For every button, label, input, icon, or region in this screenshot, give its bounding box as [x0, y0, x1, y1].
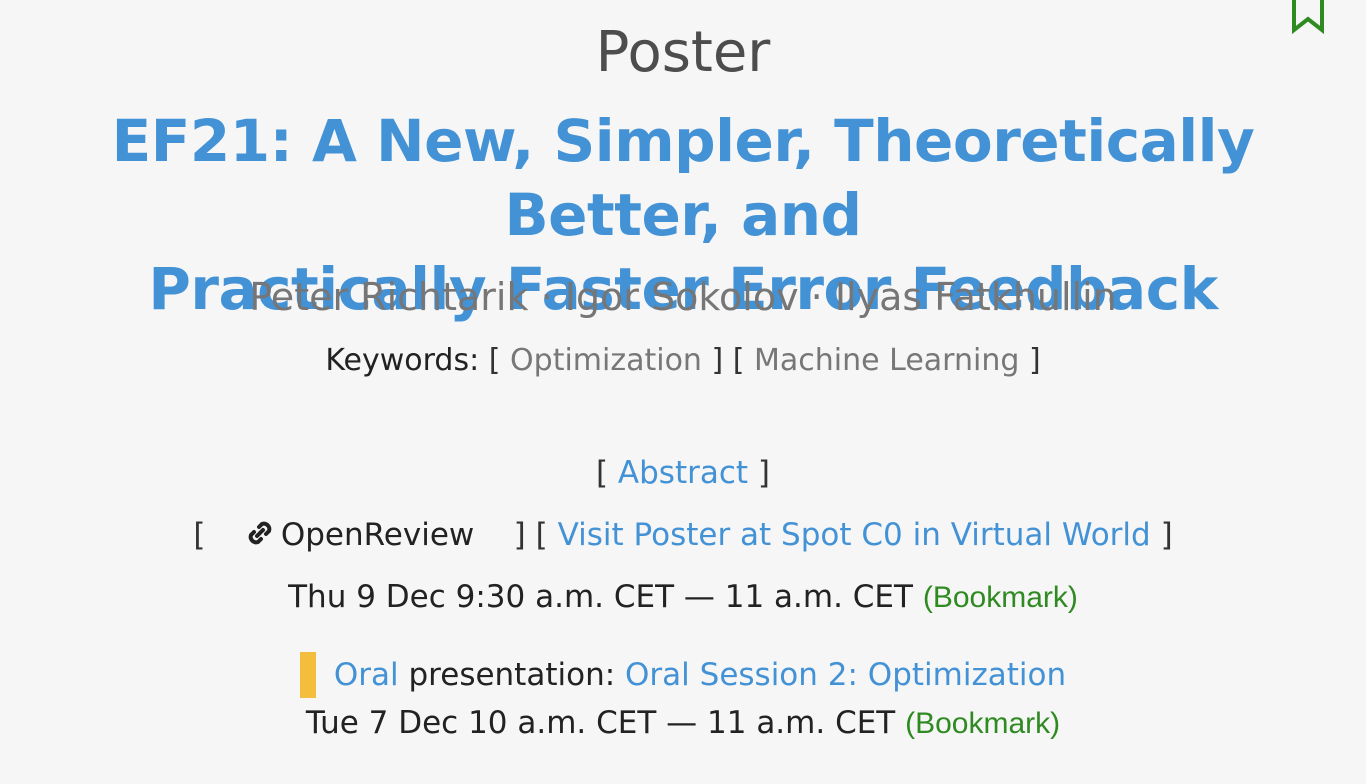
poster-bookmark-link[interactable]: (Bookmark) [923, 581, 1078, 614]
oral-session-link[interactable]: Oral Session 2: Optimization [625, 657, 1066, 693]
link-icon [248, 521, 272, 545]
open-bracket: [ [732, 343, 745, 378]
close-bracket: ] [757, 455, 771, 491]
close-bracket: ] [1160, 517, 1173, 553]
author-name[interactable]: Igor Sokolov [565, 275, 799, 319]
oral-session-block: Oral presentation: Oral Session 2: Optim… [299, 652, 1066, 698]
author-separator: · [528, 275, 565, 319]
open-bracket: [ [193, 517, 206, 553]
author-name[interactable]: Ilyas Fatkhullin [835, 275, 1117, 319]
poster-time-row: Thu 9 Dec 9:30 a.m. CET — 11 a.m. CET (B… [0, 575, 1366, 620]
keywords-label: Keywords: [325, 343, 480, 378]
event-type-label: Poster [595, 20, 771, 85]
oral-presentation-text: presentation: [408, 657, 616, 693]
openreview-label[interactable]: OpenReview [281, 517, 474, 553]
oral-indicator-bar [299, 652, 316, 698]
links-row: [ OpenReview ] [ Visit Poster at Spot C0… [0, 513, 1366, 557]
oral-time-row: Tue 7 Dec 10 a.m. CET — 11 a.m. CET (Boo… [0, 701, 1366, 746]
abstract-row: [ Abstract ] [0, 451, 1366, 495]
close-bracket: ] [513, 517, 526, 553]
oral-time: Tue 7 Dec 10 a.m. CET — 11 a.m. CET [305, 705, 896, 741]
open-bracket: [ [535, 517, 548, 553]
oral-session-row: Oral presentation: Oral Session 2: Optim… [0, 652, 1366, 700]
close-bracket: ] [1028, 343, 1041, 378]
keywords-row: Keywords: [ Optimization ] [ Machine Lea… [0, 340, 1366, 382]
close-bracket: ] [711, 343, 724, 378]
author-list: Peter Richtarik · Igor Sokolov · Ilyas F… [0, 272, 1366, 322]
keyword-tag-optimization[interactable]: Optimization [510, 343, 702, 378]
open-bracket: [ [488, 343, 501, 378]
author-separator: · [798, 275, 835, 319]
open-bracket: [ [595, 455, 609, 491]
oral-link[interactable]: Oral [334, 657, 399, 693]
keyword-tag-machine-learning[interactable]: Machine Learning [754, 343, 1019, 378]
abstract-link[interactable]: Abstract [618, 455, 748, 491]
oral-bookmark-link[interactable]: (Bookmark) [905, 707, 1060, 740]
author-name[interactable]: Peter Richtarik [249, 275, 528, 319]
visit-poster-link[interactable]: Visit Poster at Spot C0 in Virtual World [558, 517, 1151, 553]
paper-title-line-1[interactable]: EF21: A New, Simpler, Theoretically Bett… [20, 104, 1346, 252]
poster-page: Poster EF21: A New, Simpler, Theoretical… [0, 0, 1366, 784]
openreview-link[interactable]: OpenReview [245, 517, 474, 553]
poster-time: Thu 9 Dec 9:30 a.m. CET — 11 a.m. CET [288, 579, 913, 615]
